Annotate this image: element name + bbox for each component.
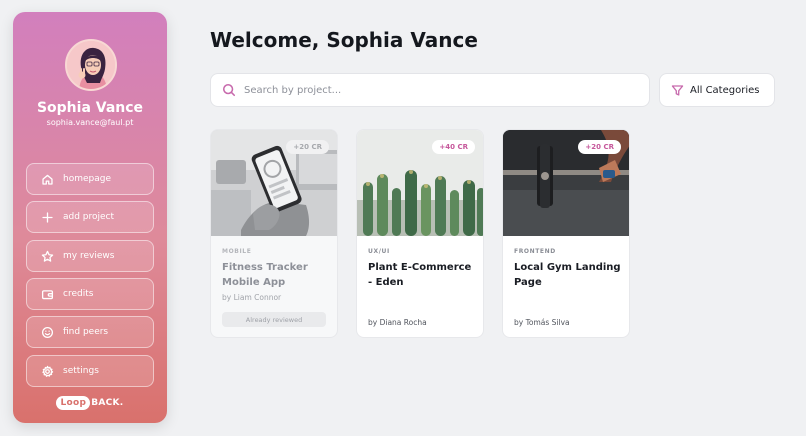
star-icon <box>40 249 54 263</box>
project-category: UX/UI <box>368 248 390 255</box>
logo-part-2: BACK. <box>91 398 124 408</box>
wallet-icon <box>40 287 54 301</box>
project-category: FRONTEND <box>514 248 556 255</box>
project-author: by Liam Connor <box>222 293 282 302</box>
nav-item-label: credits <box>63 289 94 299</box>
project-card[interactable]: +40 CR UX/UI Plant E-Commerce - Eden by … <box>356 129 484 338</box>
user-name: Sophia Vance <box>36 100 144 116</box>
already-reviewed-badge: Already reviewed <box>222 312 326 327</box>
page-title: Welcome, Sophia Vance <box>210 28 478 52</box>
search-icon <box>222 83 236 97</box>
project-title: Plant E-Commerce - Eden <box>368 262 472 288</box>
filter-icon <box>671 84 684 96</box>
search-input[interactable] <box>244 84 624 96</box>
avatar[interactable] <box>65 39 117 91</box>
project-author: by Diana Rocha <box>368 318 427 327</box>
home-icon <box>40 172 54 186</box>
project-author: by Tomás Silva <box>514 318 570 327</box>
logo-part-1: Loop <box>56 396 91 410</box>
user-email: sophia.vance@faul.pt <box>46 118 134 127</box>
nav-item-find-peers[interactable]: find peers <box>26 316 154 348</box>
nav-item-homepage[interactable]: homepage <box>26 163 154 195</box>
category-filter[interactable]: All Categories <box>659 73 775 107</box>
project-card[interactable]: +20 CR MOBILE Fitness Tracker Mobile App… <box>210 129 338 338</box>
sidebar: Sophia Vance sophia.vance@faul.pt homepa… <box>13 12 167 423</box>
gear-icon <box>40 364 54 378</box>
project-category: MOBILE <box>222 248 252 255</box>
nav-item-settings[interactable]: settings <box>26 355 154 387</box>
nav-item-label: my reviews <box>63 251 115 261</box>
nav-item-add-project[interactable]: add project <box>26 201 154 233</box>
nav-item-label: add project <box>63 212 115 222</box>
category-filter-label: All Categories <box>690 84 760 96</box>
nav-item-my-reviews[interactable]: my reviews <box>26 240 154 272</box>
project-title: Local Gym Landing Page <box>514 262 621 288</box>
credits-badge: +20 CR <box>578 140 621 154</box>
smile-icon <box>40 325 54 339</box>
plus-icon <box>40 210 54 224</box>
project-card[interactable]: +20 CR FRONTEND Local Gym Landing Page b… <box>502 129 630 338</box>
credits-badge: +20 CR <box>286 140 329 154</box>
nav-item-credits[interactable]: credits <box>26 278 154 310</box>
loopback-logo[interactable]: Loop BACK. <box>13 396 167 410</box>
nav-item-label: homepage <box>63 174 111 184</box>
credits-badge: +40 CR <box>432 140 475 154</box>
project-title: Fitness Tracker Mobile App <box>222 262 308 288</box>
search-bar[interactable] <box>210 73 650 107</box>
nav-item-label: find peers <box>63 327 109 337</box>
nav-item-label: settings <box>63 366 99 376</box>
avatar-illustration <box>67 41 115 89</box>
